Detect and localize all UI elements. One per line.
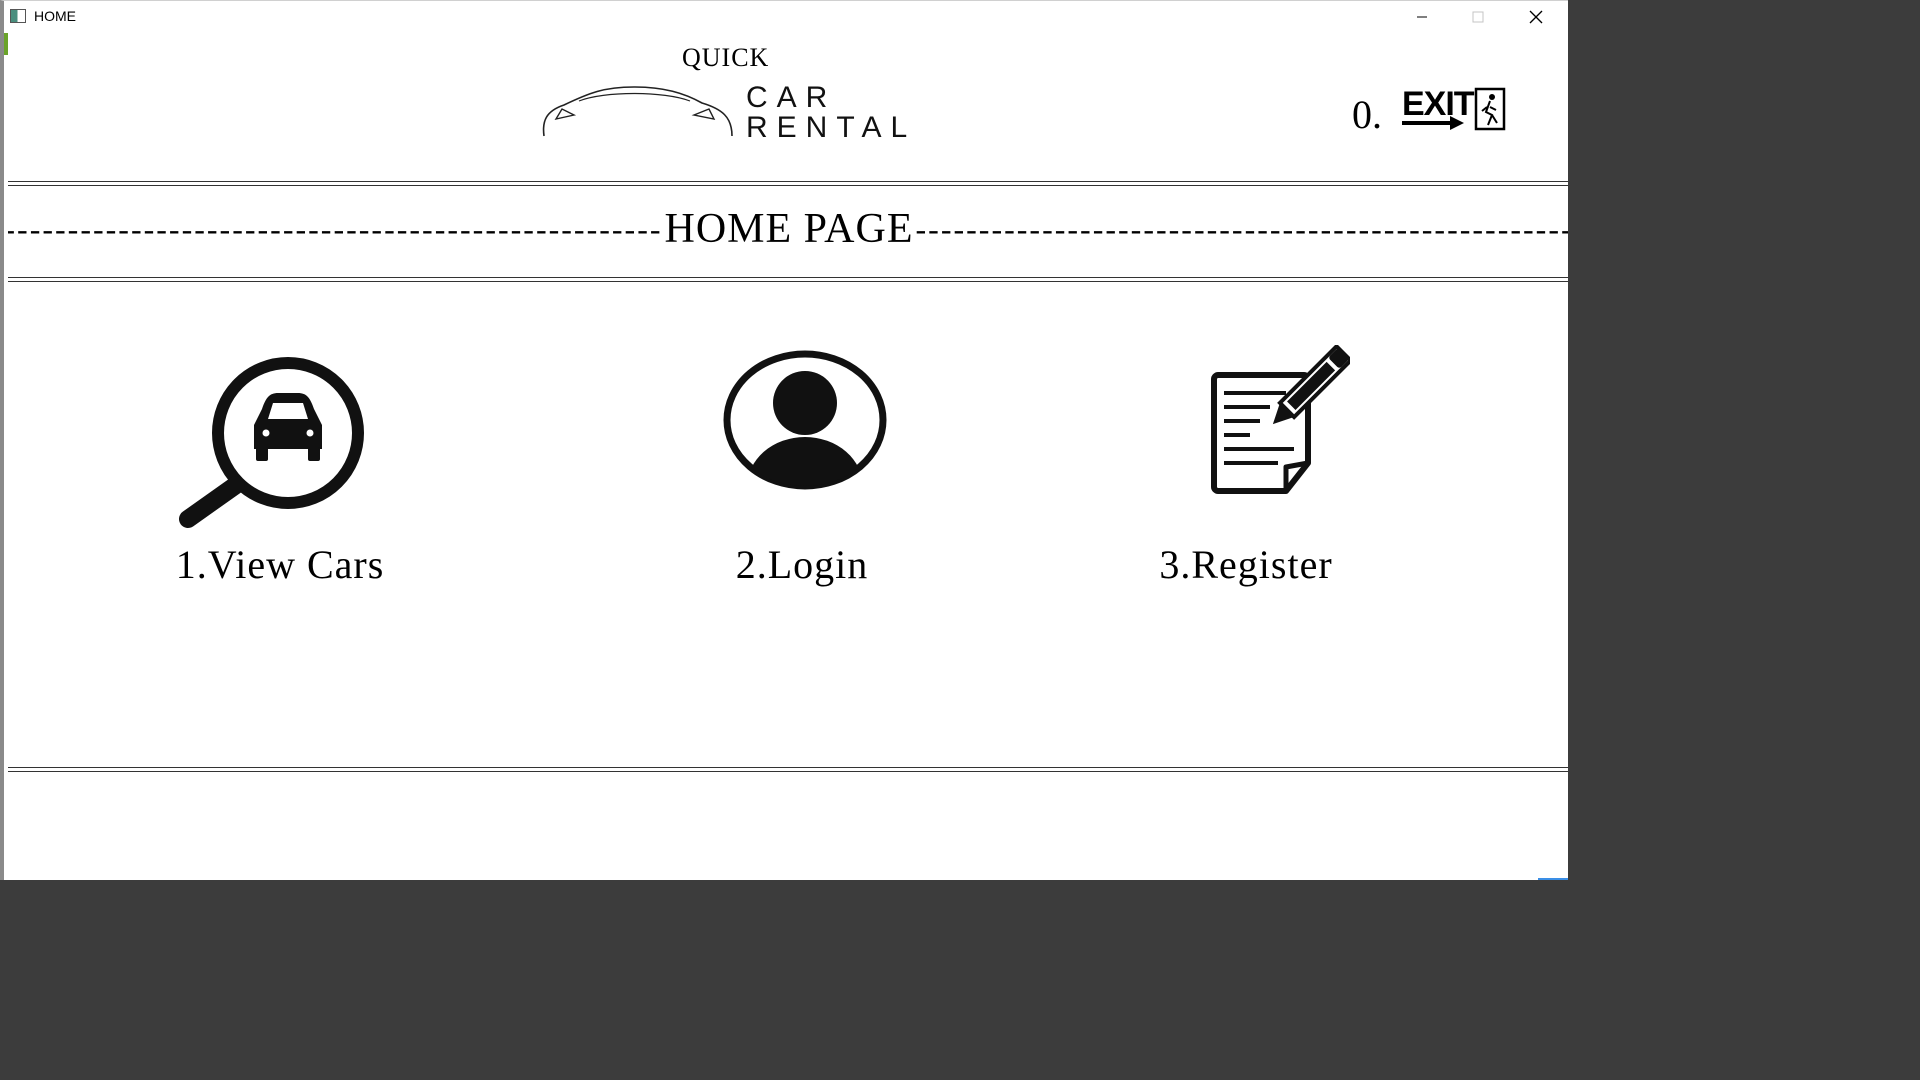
window-title: HOME [34, 8, 76, 24]
close-icon [1529, 10, 1543, 24]
page-title: HOME PAGE [664, 206, 914, 252]
heading-dashes-right: ----------------------------------------… [915, 210, 1569, 247]
minimize-button[interactable] [1394, 1, 1450, 33]
document-pencil-icon [1211, 345, 1350, 494]
car-outline-icon [542, 86, 733, 137]
page-heading: ----------------------------------------… [8, 201, 1568, 257]
login-label: 2.Login [735, 542, 869, 587]
footer-divider [8, 767, 1568, 772]
app-window: HOME QUICK CAR RENTAL 0. EXIT ----------… [0, 0, 1568, 880]
close-button[interactable] [1508, 1, 1564, 33]
logo-text-car: CAR [746, 81, 837, 114]
title-bar[interactable]: HOME [4, 1, 1568, 33]
exit-button[interactable]: 0. EXIT [1352, 85, 1512, 137]
view-cars-option[interactable]: 1.View Cars [130, 341, 430, 601]
user-avatar-icon [723, 350, 887, 490]
login-option[interactable]: 2.Login [652, 341, 952, 601]
exit-number: 0. [1352, 92, 1382, 137]
left-accent-bar [4, 31, 8, 55]
minimize-icon [1417, 16, 1427, 18]
exit-door-icon [1402, 87, 1506, 131]
magnifier-car-icon [179, 357, 364, 528]
logo-text-rental: RENTAL [746, 111, 917, 144]
register-option[interactable]: 3.Register [1096, 341, 1396, 601]
logo-text-quick: QUICK [682, 43, 770, 72]
maximize-button[interactable] [1450, 1, 1506, 33]
register-label: 3.Register [1159, 542, 1333, 587]
maximize-icon [1472, 11, 1484, 23]
header-divider [8, 181, 1568, 186]
app-icon [10, 9, 26, 23]
view-cars-label: 1.View Cars [175, 542, 385, 587]
quick-car-rental-logo: QUICK CAR RENTAL [534, 41, 954, 151]
heading-dashes-left: ----------------------------------------… [8, 210, 663, 247]
heading-divider [8, 277, 1568, 282]
resize-grip[interactable] [1538, 878, 1568, 880]
